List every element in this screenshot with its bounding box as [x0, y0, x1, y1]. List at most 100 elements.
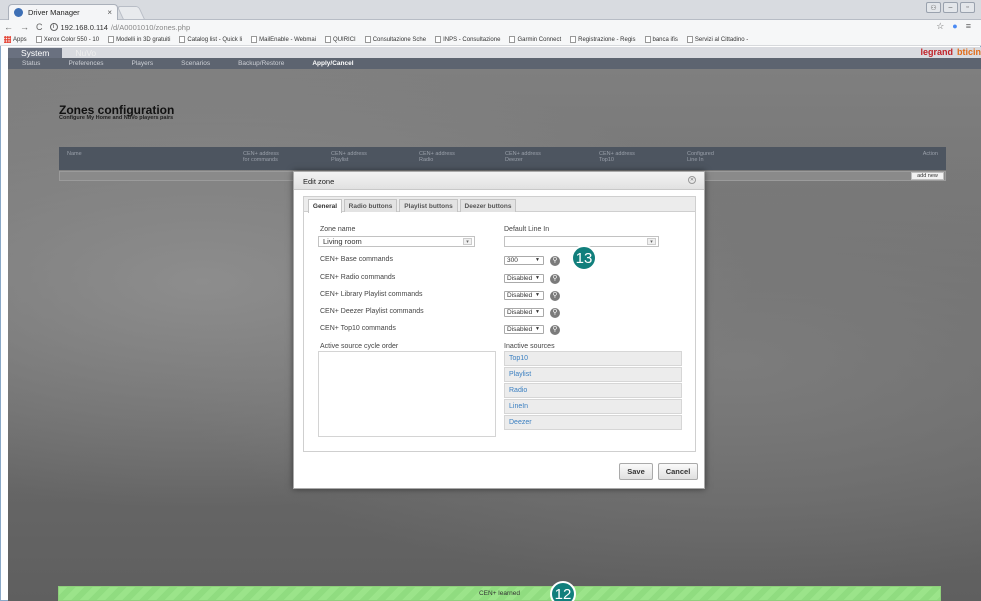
- user-icon[interactable]: ⚇: [926, 2, 941, 13]
- page-icon: [325, 36, 332, 43]
- maximize-icon[interactable]: ▫: [960, 2, 975, 13]
- bookmark[interactable]: Xerox Color 550 - 10: [35, 36, 99, 43]
- tab-playlist-buttons[interactable]: Playlist buttons: [399, 199, 458, 212]
- callout-13: 13: [571, 245, 597, 271]
- source-item-playlist[interactable]: Playlist: [504, 367, 682, 382]
- bookmark[interactable]: Modelli in 3D gratuiti: [108, 36, 170, 43]
- subnav-status[interactable]: Status: [8, 60, 54, 67]
- tab-bar: General Radio buttons Playlist buttons D…: [304, 197, 695, 213]
- add-new-button[interactable]: add new: [911, 172, 944, 180]
- search-icon[interactable]: ⚲: [550, 274, 560, 284]
- top10-commands-select[interactable]: Disabled ▼: [504, 325, 544, 334]
- source-item-deezer[interactable]: Deezer: [504, 415, 682, 430]
- base-commands-label: CEN+ Base commands: [320, 256, 393, 263]
- col-top10: CEN+ address Top10: [599, 151, 635, 163]
- bookmark[interactable]: QUIRICI: [325, 36, 356, 43]
- zone-name-label: Zone name: [320, 226, 356, 233]
- subnav-backup-restore[interactable]: Backup/Restore: [224, 60, 298, 67]
- page-icon: [108, 36, 115, 43]
- source-item-top10[interactable]: Top10: [504, 351, 682, 366]
- nav-system[interactable]: System: [8, 47, 63, 58]
- tab-close-icon[interactable]: ×: [107, 8, 112, 17]
- cancel-button[interactable]: Cancel: [658, 463, 698, 480]
- tab-title: Driver Manager: [28, 8, 80, 17]
- page-icon: [251, 36, 258, 43]
- dropdown-arrow-icon: ▼: [535, 309, 540, 315]
- page-icon: [686, 36, 693, 43]
- window-controls: ⚇ – ▫: [926, 2, 975, 13]
- dialog-title: Edit zone: [303, 177, 335, 186]
- search-icon[interactable]: ⚲: [550, 325, 560, 335]
- reload-icon[interactable]: C: [36, 22, 43, 32]
- url-field[interactable]: i 192.168.0.114/d/A0001010/zones.php: [49, 22, 190, 32]
- bookmark[interactable]: Registrazione - Regis: [570, 36, 636, 43]
- page-icon: [35, 36, 42, 43]
- back-icon[interactable]: ←: [4, 22, 13, 32]
- extension-icon[interactable]: ●: [952, 21, 957, 32]
- tab-general[interactable]: General: [308, 199, 342, 213]
- source-item-linein[interactable]: LineIn: [504, 399, 682, 414]
- bookmark[interactable]: banca ifis: [644, 36, 678, 43]
- subnav-preferences[interactable]: Preferences: [54, 60, 117, 67]
- inactive-sources-label: Inactive sources: [504, 343, 555, 350]
- callout-12: 12: [550, 581, 576, 601]
- inactive-sources-list: Top10 Playlist Radio LineIn Deezer: [504, 351, 682, 431]
- star-icon[interactable]: ☆: [936, 21, 944, 32]
- radio-commands-select[interactable]: Disabled ▼: [504, 274, 544, 283]
- page-icon: [509, 36, 516, 43]
- search-icon[interactable]: ⚲: [550, 256, 560, 266]
- forward-icon[interactable]: →: [20, 22, 29, 32]
- library-playlist-select[interactable]: Disabled ▼: [504, 291, 544, 300]
- zones-table-header: Name CEN+ address for commands CEN+ addr…: [59, 147, 946, 170]
- zone-name-input[interactable]: Living room ▾: [318, 236, 475, 247]
- new-tab-button[interactable]: [116, 6, 146, 20]
- save-button[interactable]: Save: [619, 463, 653, 480]
- bookmark[interactable]: MailEnable - Webmai: [251, 36, 316, 43]
- col-action: Action: [922, 151, 938, 157]
- cycle-order-label: Active source cycle order: [320, 343, 399, 350]
- bookmark[interactable]: Catalog list - Quick li: [179, 36, 242, 43]
- subnav-apply-cancel[interactable]: Apply/Cancel: [298, 60, 367, 67]
- app-header: System NuVo legrand bticin Status Prefer…: [8, 47, 981, 69]
- bookmark[interactable]: Consultazione Sche: [364, 36, 426, 43]
- page-subtitle: Configure My Home and NuVo players pairs: [59, 115, 174, 121]
- sub-nav: Status Preferences Players Scenarios Bac…: [8, 58, 981, 69]
- nav-nuvo[interactable]: NuVo: [62, 48, 109, 58]
- page-icon: [644, 36, 651, 43]
- bookmark-apps[interactable]: Apps: [4, 36, 27, 43]
- search-icon[interactable]: ⚲: [550, 308, 560, 318]
- browser-tab[interactable]: Driver Manager ×: [8, 4, 118, 20]
- dropdown-arrow-icon: ▼: [535, 257, 540, 263]
- deezer-playlist-label: CEN+ Deezer Playlist commands: [320, 308, 424, 315]
- tab-radio-buttons[interactable]: Radio buttons: [344, 199, 397, 212]
- chevron-down-icon: ▾: [647, 238, 656, 245]
- info-icon: i: [49, 23, 58, 31]
- col-line-in: Configured Line In: [687, 151, 714, 163]
- col-deezer: CEN+ address Deezer: [505, 151, 541, 163]
- bookmark[interactable]: INPS - Consultazione: [435, 36, 500, 43]
- dialog-header: Edit zone ✕: [294, 172, 704, 190]
- subnav-scenarios[interactable]: Scenarios: [167, 60, 224, 67]
- brand-logo: legrand bticin: [920, 47, 981, 57]
- source-item-radio[interactable]: Radio: [504, 383, 682, 398]
- search-icon[interactable]: ⚲: [550, 291, 560, 301]
- apps-icon: [4, 36, 11, 43]
- minimize-icon[interactable]: –: [943, 2, 958, 13]
- subnav-players[interactable]: Players: [117, 60, 167, 67]
- url-host: 192.168.0.114: [60, 22, 108, 32]
- bookmark[interactable]: Garmin Connect: [509, 36, 561, 43]
- tab-deezer-buttons[interactable]: Deezer buttons: [460, 199, 516, 212]
- deezer-playlist-select[interactable]: Disabled ▼: [504, 308, 544, 317]
- bticino-logo: bticin: [957, 47, 981, 57]
- base-commands-select[interactable]: 300 ▼: [504, 256, 544, 265]
- bookmark[interactable]: Servizi al Cittadino -: [686, 36, 748, 43]
- tab-panel: General Radio buttons Playlist buttons D…: [303, 196, 696, 452]
- page-icon: [364, 36, 371, 43]
- favicon-icon: [14, 8, 23, 17]
- page-icon: [435, 36, 442, 43]
- col-name: Name: [67, 151, 82, 157]
- menu-icon[interactable]: ≡: [966, 21, 971, 32]
- chevron-down-icon: ▾: [463, 238, 472, 245]
- active-sources-list[interactable]: [318, 351, 496, 437]
- close-icon[interactable]: ✕: [688, 176, 696, 184]
